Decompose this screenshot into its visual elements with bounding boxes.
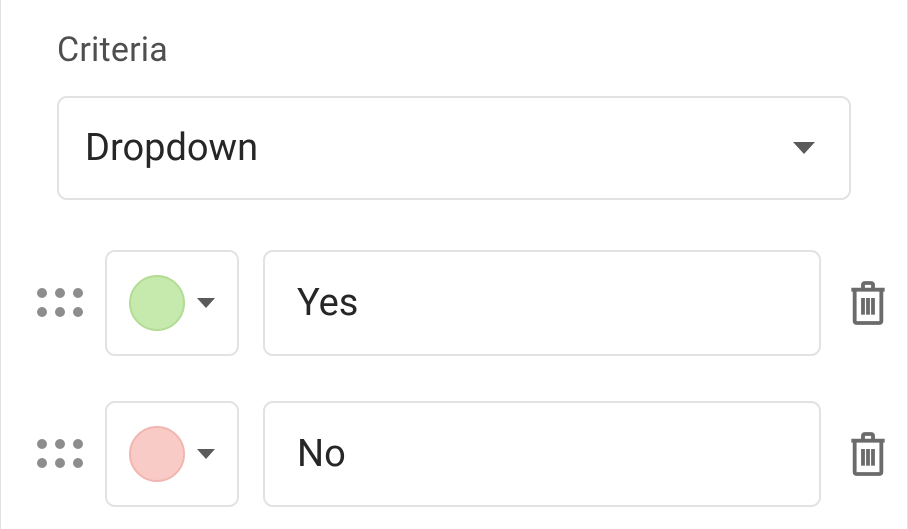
criteria-type-value: Dropdown	[85, 126, 258, 170]
option-row	[37, 401, 851, 507]
option-color-select[interactable]	[105, 401, 239, 507]
trash-icon	[848, 279, 888, 327]
drag-handle-icon[interactable]	[37, 439, 81, 469]
delete-option-button[interactable]	[845, 428, 891, 480]
color-swatch	[129, 275, 185, 331]
option-label-input[interactable]	[263, 250, 821, 356]
color-swatch	[129, 426, 185, 482]
section-title: Criteria	[57, 30, 851, 70]
chevron-down-icon	[197, 298, 215, 308]
criteria-type-select[interactable]: Dropdown	[57, 96, 851, 200]
criteria-panel: Criteria Dropdown	[0, 0, 908, 529]
drag-handle-icon[interactable]	[37, 288, 81, 318]
chevron-down-icon	[793, 142, 815, 154]
chevron-down-icon	[197, 449, 215, 459]
delete-option-button[interactable]	[845, 277, 891, 329]
option-color-select[interactable]	[105, 250, 239, 356]
option-row	[37, 250, 851, 356]
option-label-input[interactable]	[263, 401, 821, 507]
trash-icon	[848, 430, 888, 478]
